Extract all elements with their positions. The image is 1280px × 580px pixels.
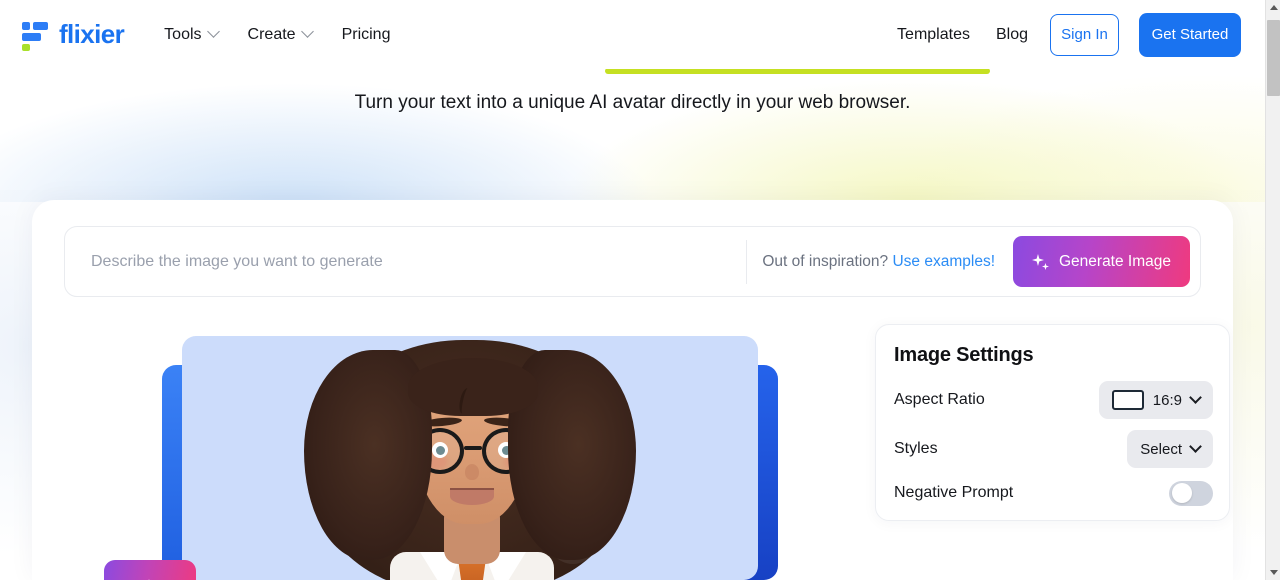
aspect-ratio-value: 16:9: [1152, 391, 1182, 409]
prompt-bar: Out of inspiration? Use examples! Genera…: [64, 226, 1201, 297]
site-header: flixier Tools Create Pricing Templates B…: [0, 0, 1265, 69]
prompt-input[interactable]: [65, 227, 747, 296]
hero-subtitle: Turn your text into a unique AI avatar d…: [354, 92, 911, 113]
inspiration-label: Out of inspiration?: [762, 252, 893, 270]
setting-row-styles: Styles Select: [894, 430, 1213, 468]
image-settings-title: Image Settings: [894, 344, 1034, 366]
scrollbar-thumb[interactable]: [1267, 20, 1280, 96]
use-examples-link[interactable]: Use examples!: [892, 253, 995, 270]
sparkle-icon: [1031, 253, 1049, 270]
image-preview-stack: [130, 320, 810, 580]
chevron-down-icon: [206, 25, 220, 38]
styles-label: Styles: [894, 440, 938, 457]
page-scrollbar[interactable]: [1265, 0, 1280, 580]
page-root: flixier Tools Create Pricing Templates B…: [0, 0, 1280, 580]
preview-floating-action-button[interactable]: [104, 560, 196, 580]
inspiration-text: Out of inspiration? Use examples!: [762, 253, 995, 271]
nav-item-tools[interactable]: Tools: [164, 25, 220, 44]
styles-value: Select: [1140, 440, 1182, 458]
scroll-up-arrow-icon[interactable]: [1266, 0, 1280, 15]
aspect-ratio-label: Aspect Ratio: [894, 391, 985, 408]
setting-row-negative-prompt: Negative Prompt: [894, 474, 1213, 512]
nav-item-templates[interactable]: Templates: [897, 26, 970, 44]
chevron-down-icon: [1189, 439, 1202, 453]
nav-item-label: Pricing: [341, 25, 391, 43]
preview-image[interactable]: [182, 336, 758, 580]
flixier-logo-icon: [22, 21, 48, 51]
nav-item-blog[interactable]: Blog: [996, 26, 1028, 44]
generator-panel: Out of inspiration? Use examples! Genera…: [32, 200, 1233, 580]
negative-prompt-label: Negative Prompt: [894, 484, 1014, 501]
nav-item-label: Tools: [164, 25, 202, 43]
negative-prompt-toggle[interactable]: [1169, 480, 1213, 506]
sign-in-button[interactable]: Sign In: [1050, 13, 1119, 56]
aspect-ratio-rect-icon: [1111, 390, 1144, 410]
generate-image-label: Generate Image: [1058, 252, 1171, 270]
nav-item-label: Create: [247, 25, 296, 43]
prompt-actions: Out of inspiration? Use examples! Genera…: [747, 236, 1200, 287]
scroll-down-arrow-icon[interactable]: [1266, 565, 1280, 580]
nav-item-create[interactable]: Create: [247, 25, 314, 44]
background-gradient-top: [0, 52, 1265, 202]
brand-name: flixier: [59, 19, 125, 49]
setting-row-aspect-ratio: Aspect Ratio 16:9: [894, 381, 1213, 419]
aspect-ratio-select[interactable]: 16:9: [1098, 381, 1213, 419]
chevron-down-icon: [300, 25, 314, 38]
generate-image-button[interactable]: Generate Image: [1013, 236, 1190, 287]
styles-select[interactable]: Select: [1127, 430, 1213, 468]
chevron-down-icon: [1189, 390, 1202, 404]
brand-logo[interactable]: flixier: [22, 19, 125, 51]
get-started-button[interactable]: Get Started: [1139, 12, 1241, 57]
nav-item-pricing[interactable]: Pricing: [342, 26, 391, 44]
image-settings-panel: Image Settings Aspect Ratio 16:9 Styles …: [875, 324, 1230, 521]
header-actions: Templates Blog Sign In Get Started: [897, 12, 1241, 57]
main-nav: Tools Create Pricing: [164, 25, 391, 44]
